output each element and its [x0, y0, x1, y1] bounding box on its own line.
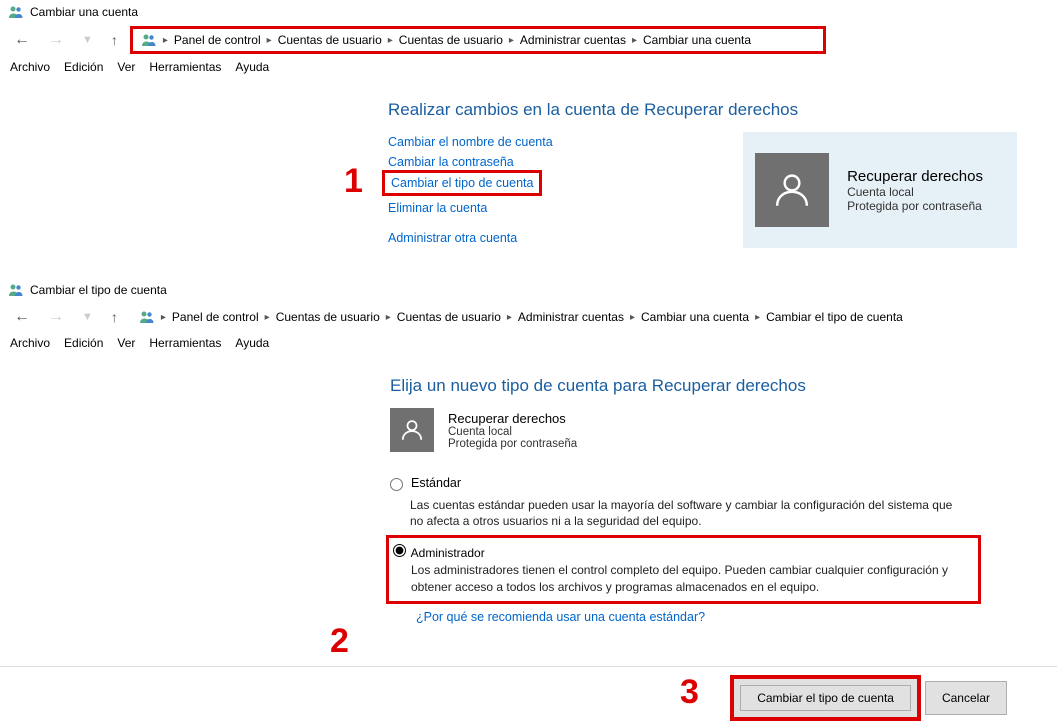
breadcrumb-1[interactable]: ▸ Panel de control ▸ Cuentas de usuario …: [130, 26, 826, 54]
chevron-right-icon: ▸: [505, 312, 514, 323]
radio-standard[interactable]: Estándar: [390, 472, 977, 495]
chevron-right-icon: ▸: [628, 312, 637, 323]
account-name: Recuperar derechos: [847, 168, 983, 185]
menu-edicion[interactable]: Edición: [64, 336, 103, 350]
breadcrumb-item[interactable]: Panel de control: [172, 310, 259, 324]
menu-herramientas[interactable]: Herramientas: [149, 336, 221, 350]
nav-back-button[interactable]: ←: [8, 306, 36, 328]
chevron-right-icon: ▸: [630, 35, 639, 46]
chevron-right-icon: ▸: [384, 312, 393, 323]
breadcrumb-item[interactable]: Administrar cuentas: [520, 33, 626, 47]
account-kind: Cuenta local: [448, 426, 577, 438]
nav-forward-button[interactable]: →: [42, 29, 70, 51]
link-rename-account[interactable]: Cambiar el nombre de cuenta: [388, 132, 688, 152]
annotation-2: 2: [330, 622, 349, 661]
window-title-1: Cambiar una cuenta: [30, 5, 138, 19]
radio-admin-text: Administrador: [411, 546, 485, 560]
account-protection: Protegida por contraseña: [448, 438, 577, 450]
users-icon: [139, 309, 155, 325]
breadcrumb-item[interactable]: Administrar cuentas: [518, 310, 624, 324]
breadcrumb-2[interactable]: ▸ Panel de control ▸ Cuentas de usuario …: [130, 304, 912, 330]
annotation-1: 1: [344, 162, 363, 201]
breadcrumb-item[interactable]: Panel de control: [174, 33, 261, 47]
chevron-right-icon: ▸: [159, 312, 168, 323]
users-icon: [8, 282, 24, 298]
chevron-right-icon: ▸: [263, 312, 272, 323]
chevron-right-icon: ▸: [265, 35, 274, 46]
breadcrumb-item[interactable]: Cambiar una cuenta: [643, 33, 751, 47]
menu-ver[interactable]: Ver: [117, 60, 135, 74]
breadcrumb-item[interactable]: Cuentas de usuario: [397, 310, 501, 324]
radio-admin-desc: Los administradores tienen el control co…: [411, 560, 966, 596]
breadcrumb-item[interactable]: Cambiar una cuenta: [641, 310, 749, 324]
menu-ver[interactable]: Ver: [117, 336, 135, 350]
nav-up-button[interactable]: ↑: [105, 307, 124, 327]
link-delete-account[interactable]: Eliminar la cuenta: [388, 198, 688, 218]
avatar: [755, 153, 829, 227]
link-why-standard[interactable]: ¿Por qué se recomienda usar una cuenta e…: [416, 610, 705, 624]
breadcrumb-item[interactable]: Cuentas de usuario: [399, 33, 503, 47]
nav-forward-button[interactable]: →: [42, 306, 70, 328]
users-icon: [141, 32, 157, 48]
link-manage-other-account[interactable]: Administrar otra cuenta: [388, 228, 688, 248]
radio-admin-label[interactable]: Administrador: [393, 546, 485, 560]
account-name: Recuperar derechos: [448, 411, 577, 426]
avatar: [390, 408, 434, 452]
chevron-right-icon: ▸: [507, 35, 516, 46]
radio-standard-label[interactable]: Estándar: [390, 476, 977, 491]
breadcrumb-item[interactable]: Cuentas de usuario: [278, 33, 382, 47]
page-heading-1: Realizar cambios en la cuenta de Recuper…: [388, 100, 1017, 120]
change-type-button-highlight: Cambiar el tipo de cuenta: [730, 675, 921, 721]
breadcrumb-item[interactable]: Cambiar el tipo de cuenta: [766, 310, 903, 324]
link-change-account-type[interactable]: Cambiar el tipo de cuenta: [382, 170, 542, 196]
account-text: Recuperar derechos Cuenta local Protegid…: [847, 168, 983, 213]
menu-bar-1: Archivo Edición Ver Herramientas Ayuda: [0, 56, 1057, 82]
radio-standard-desc: Las cuentas estándar pueden usar la mayo…: [410, 495, 967, 539]
window-title-2: Cambiar el tipo de cuenta: [30, 283, 167, 297]
nav-recent-dropdown[interactable]: ▼: [76, 32, 99, 48]
radio-standard-input[interactable]: [390, 478, 403, 491]
radio-admin-highlight: Administrador Los administradores tienen…: [386, 535, 981, 603]
account-actions-list: Cambiar el nombre de cuenta Cambiar la c…: [388, 132, 688, 248]
nav-recent-dropdown[interactable]: ▼: [76, 309, 99, 325]
account-card: Recuperar derechos Cuenta local Protegid…: [743, 132, 1017, 248]
chevron-right-icon: ▸: [386, 35, 395, 46]
users-icon: [8, 4, 24, 20]
nav-row-2: ← → ▼ ↑ ▸ Panel de control ▸ Cuentas de …: [0, 302, 1057, 332]
annotation-3: 3: [680, 673, 699, 712]
content-2: Elija un nuevo tipo de cuenta para Recup…: [0, 358, 1057, 654]
content-1: Realizar cambios en la cuenta de Recuper…: [0, 82, 1057, 278]
account-protection: Protegida por contraseña: [847, 199, 983, 213]
account-kind: Cuenta local: [847, 185, 983, 199]
link-change-password[interactable]: Cambiar la contraseña: [388, 152, 688, 172]
radio-admin-input[interactable]: [393, 544, 406, 557]
menu-ayuda[interactable]: Ayuda: [235, 60, 269, 74]
change-type-button[interactable]: Cambiar el tipo de cuenta: [740, 685, 911, 711]
nav-row-1: ← → ▼ ↑ ▸ Panel de control ▸ Cuentas de …: [0, 24, 1057, 56]
account-text: Recuperar derechos Cuenta local Protegid…: [448, 411, 577, 450]
button-row: 3 Cambiar el tipo de cuenta Cancelar: [0, 666, 1057, 725]
page-heading-2: Elija un nuevo tipo de cuenta para Recup…: [390, 376, 1017, 396]
chevron-right-icon: ▸: [753, 312, 762, 323]
chevron-right-icon: ▸: [161, 35, 170, 46]
account-card-small: Recuperar derechos Cuenta local Protegid…: [390, 408, 1017, 452]
menu-herramientas[interactable]: Herramientas: [149, 60, 221, 74]
menu-archivo[interactable]: Archivo: [10, 336, 50, 350]
window-title-bar-2: Cambiar el tipo de cuenta: [0, 278, 1057, 302]
nav-up-button[interactable]: ↑: [105, 30, 124, 50]
radio-standard-text: Estándar: [411, 476, 461, 490]
breadcrumb-item[interactable]: Cuentas de usuario: [276, 310, 380, 324]
menu-ayuda[interactable]: Ayuda: [235, 336, 269, 350]
window-title-bar-1: Cambiar una cuenta: [0, 0, 1057, 24]
nav-back-button[interactable]: ←: [8, 29, 36, 51]
menu-bar-2: Archivo Edición Ver Herramientas Ayuda: [0, 332, 1057, 358]
menu-archivo[interactable]: Archivo: [10, 60, 50, 74]
menu-edicion[interactable]: Edición: [64, 60, 103, 74]
cancel-button[interactable]: Cancelar: [925, 681, 1007, 715]
